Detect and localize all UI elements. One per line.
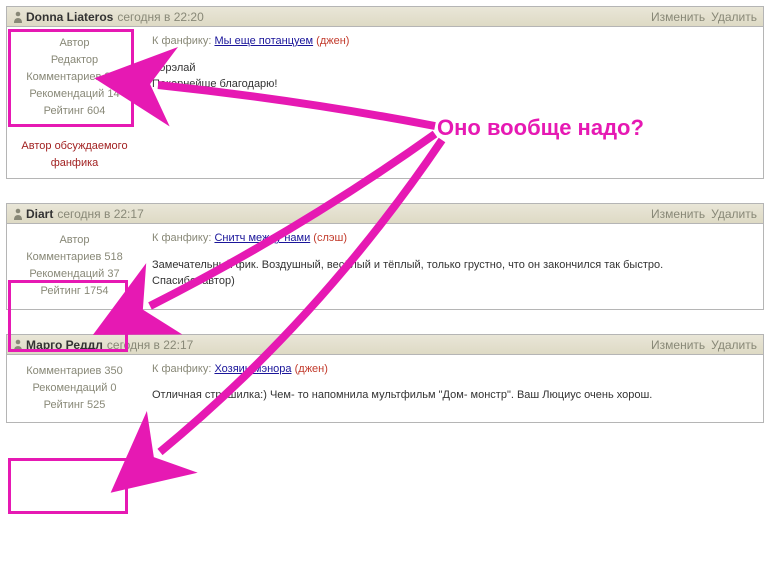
user-icon (13, 11, 23, 23)
user-stat-line: Автор (13, 35, 136, 52)
user-stat-line: Комментариев 212 (13, 69, 136, 86)
post-content: К фанфику: Снитч между нами (слэш) Замеч… (142, 224, 763, 308)
user-stat-line: Редактор (13, 52, 136, 69)
user-stat-line: Комментариев 518 (13, 249, 136, 266)
user-stat-line: Автор (13, 232, 136, 249)
post-timestamp: сегодня в 22:20 (117, 10, 203, 24)
comment-text-line: Замечательный фик. Воздушный, весёлый и … (152, 257, 753, 274)
post-content: К фанфику: Хозяин мэнора (джен) Отличная… (142, 355, 763, 422)
delete-link[interactable]: Удалить (711, 10, 757, 24)
username-link[interactable]: Diart (26, 207, 53, 221)
annotation-question: Оно вообще надо? (437, 115, 644, 141)
user-stat-line: Рейтинг 525 (13, 397, 136, 414)
post-header: Diart сегодня в 22:17 Изменить Удалить (7, 204, 763, 224)
user-stat-line: Рейтинг 604 (13, 103, 136, 120)
edit-link[interactable]: Изменить (651, 10, 705, 24)
user-icon (13, 339, 23, 351)
user-icon (13, 208, 23, 220)
fic-prefix: К фанфику: (152, 363, 214, 375)
user-stat-line: Рекомендаций 14 (13, 86, 136, 103)
fic-genre: (джен) (295, 363, 328, 375)
post-header: Donna Liateros сегодня в 22:20 Изменить … (7, 7, 763, 27)
fic-link[interactable]: Снитч между нами (214, 232, 310, 244)
post-timestamp: сегодня в 22:17 (57, 207, 143, 221)
author-of-label: Автор обсуждаемого фанфика (11, 132, 138, 172)
post-content: К фанфику: Мы еще потанцуем (джен) Лорэл… (142, 27, 763, 178)
username-link[interactable]: Donna Liateros (26, 10, 113, 24)
fic-genre: (слэш) (313, 232, 347, 244)
user-sidebar: Автор Редактор Комментариев 212 Рекоменд… (7, 27, 142, 178)
fic-reference: К фанфику: Хозяин мэнора (джен) (152, 361, 753, 378)
username-link[interactable]: Марго Реддл (26, 338, 103, 352)
fic-reference: К фанфику: Снитч между нами (слэш) (152, 230, 753, 247)
delete-link[interactable]: Удалить (711, 338, 757, 352)
user-sidebar: Автор Комментариев 518 Рекомендаций 37 Р… (7, 224, 142, 308)
comment-text-line: Спасибо, автор) (152, 273, 753, 290)
user-stat-line: Рекомендаций 37 (13, 266, 136, 283)
user-stats: Автор Комментариев 518 Рекомендаций 37 Р… (11, 230, 138, 302)
user-sidebar: Комментариев 350 Рекомендаций 0 Рейтинг … (7, 355, 142, 422)
edit-link[interactable]: Изменить (651, 207, 705, 221)
post-header: Марго Реддл сегодня в 22:17 Изменить Уда… (7, 335, 763, 355)
comment-post: Марго Реддл сегодня в 22:17 Изменить Уда… (6, 334, 764, 423)
comment-post: Donna Liateros сегодня в 22:20 Изменить … (6, 6, 764, 179)
comment-text-line: Отличная страшилка:) Чем- то напомнила м… (152, 387, 753, 404)
user-stat-line: Рейтинг 1754 (13, 283, 136, 300)
fic-prefix: К фанфику: (152, 35, 214, 47)
annotation-highlight-box (8, 458, 128, 514)
fic-link[interactable]: Хозяин мэнора (214, 363, 291, 375)
fic-reference: К фанфику: Мы еще потанцуем (джен) (152, 33, 753, 50)
fic-prefix: К фанфику: (152, 232, 214, 244)
delete-link[interactable]: Удалить (711, 207, 757, 221)
comment-post: Diart сегодня в 22:17 Изменить Удалить А… (6, 203, 764, 309)
fic-genre: (джен) (316, 35, 349, 47)
fic-link[interactable]: Мы еще потанцуем (214, 35, 313, 47)
user-stats: Автор Редактор Комментариев 212 Рекоменд… (11, 33, 138, 122)
user-stat-line: Комментариев 350 (13, 363, 136, 380)
user-stats: Комментариев 350 Рекомендаций 0 Рейтинг … (11, 361, 138, 416)
edit-link[interactable]: Изменить (651, 338, 705, 352)
post-timestamp: сегодня в 22:17 (107, 338, 193, 352)
user-stat-line: Рекомендаций 0 (13, 380, 136, 397)
comment-text-line: Покорнейше благодарю! (152, 76, 753, 93)
comment-text-line: Лорэлай (152, 60, 753, 77)
